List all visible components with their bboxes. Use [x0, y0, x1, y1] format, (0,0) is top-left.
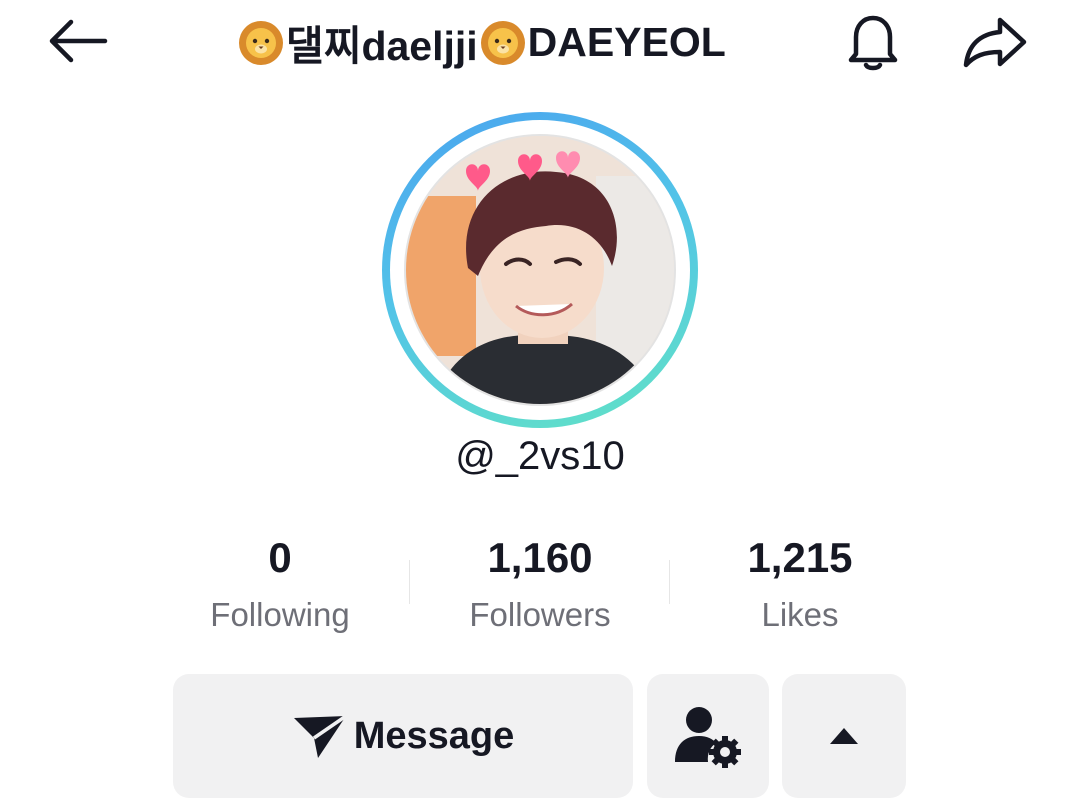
avatar-photo: [406, 136, 674, 404]
lion-face-icon: [480, 21, 525, 65]
message-button[interactable]: Message: [173, 674, 633, 798]
stat-followers[interactable]: 1,160 Followers: [410, 530, 670, 640]
bell-icon: [848, 15, 898, 71]
stat-following[interactable]: 0 Following: [150, 530, 410, 640]
avatar[interactable]: [404, 134, 676, 406]
lion-face-icon: [239, 21, 283, 65]
stat-value: 1,160: [487, 534, 593, 581]
stat-label: Followers: [469, 596, 611, 633]
avatar-story-ring[interactable]: [382, 112, 698, 428]
message-button-label: Message: [353, 714, 515, 757]
share-arrow-icon: [963, 17, 1027, 68]
caret-up-icon: [830, 728, 858, 744]
friends-settings-button[interactable]: [647, 674, 769, 798]
back-button[interactable]: [40, 12, 116, 70]
page-title: 댈찌daeljji DAEYEOL: [236, 14, 796, 70]
stat-label: Likes: [761, 596, 839, 633]
person-gear-icon: [675, 707, 741, 768]
title-text-part1: 댈찌daeljji: [286, 23, 478, 69]
stat-label: Following: [210, 596, 350, 633]
expand-suggestions-button[interactable]: [782, 674, 906, 798]
stat-value: 1,215: [747, 534, 853, 581]
share-button[interactable]: [956, 12, 1034, 72]
stat-value: 0: [268, 534, 292, 581]
username-handle[interactable]: @_2vs10: [0, 428, 1080, 484]
send-icon: [293, 714, 347, 758]
title-text-part2: DAEYEOL: [527, 18, 726, 65]
stat-likes[interactable]: 1,215 Likes: [670, 530, 930, 640]
notification-bell-button[interactable]: [838, 8, 908, 74]
profile-page: 댈찌daeljji DAEYEOL @_2vs10 0 Following 1,…: [0, 0, 1080, 808]
top-bar: 댈찌daeljji DAEYEOL: [0, 0, 1080, 90]
arrow-left-icon: [49, 19, 108, 63]
